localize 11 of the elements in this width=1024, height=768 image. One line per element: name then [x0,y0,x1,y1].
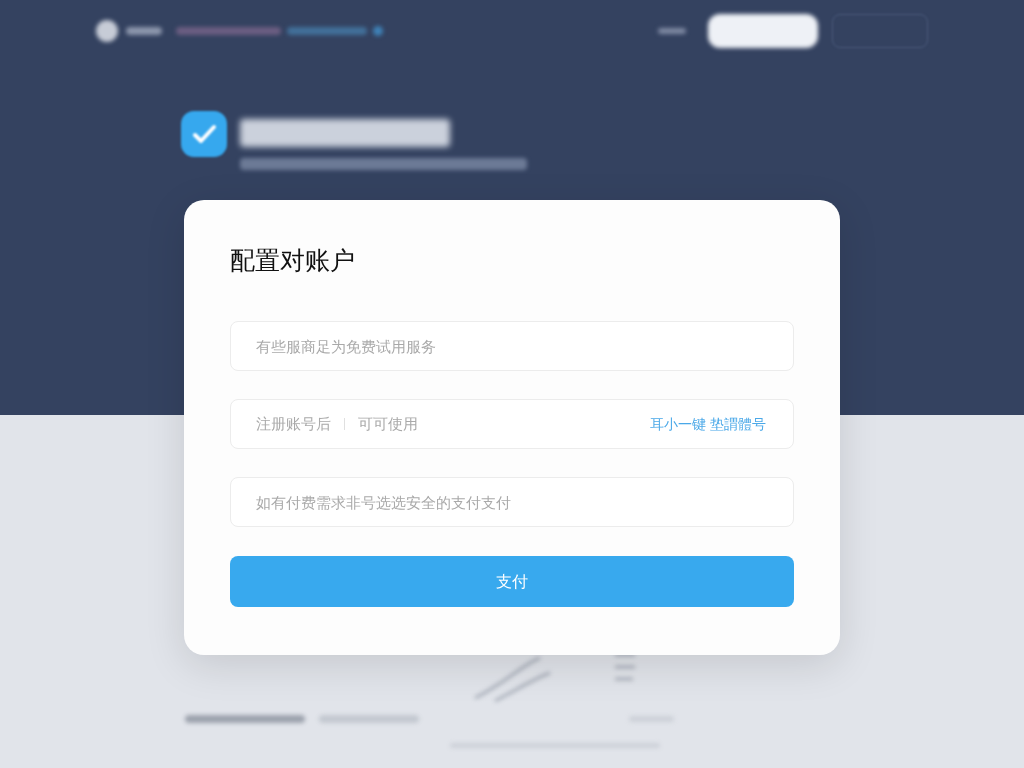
account-input-field[interactable]: 注册账号后 可可使用 耳小一键 垫謂體号 [230,399,794,449]
check-icon [181,111,227,157]
blurred-text-bar [658,28,686,34]
blurred-text-bar [126,27,162,35]
pay-button[interactable]: 支付 [230,556,794,607]
field-prefix: 注册账号后 [256,413,331,434]
bind-account-link[interactable]: 耳小一键 垫謂體号 [650,413,766,435]
text-input-field[interactable]: 如有付费需求非号选选安全的支付支付 [230,477,794,527]
background-logo-icon [96,20,118,42]
text-input-field[interactable]: 有些服商足为免费试用服务 [230,321,794,371]
dialog-title: 配置对账户 [230,245,355,276]
